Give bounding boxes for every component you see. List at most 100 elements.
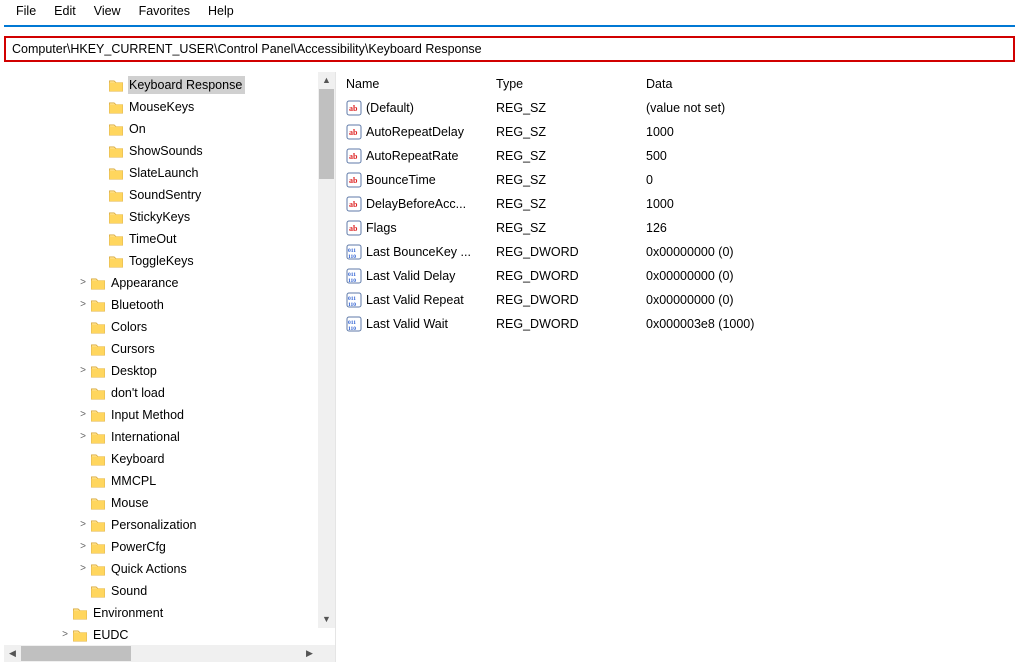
- tree-item[interactable]: >International: [4, 426, 335, 448]
- tree-item[interactable]: >Appearance: [4, 272, 335, 294]
- menu-edit[interactable]: Edit: [46, 2, 84, 20]
- tree-item-label: MouseKeys: [128, 98, 197, 116]
- tree-item[interactable]: MouseKeys: [4, 96, 335, 118]
- tree-item[interactable]: StickyKeys: [4, 206, 335, 228]
- tree-item[interactable]: Cursors: [4, 338, 335, 360]
- expand-chevron-icon[interactable]: >: [76, 520, 90, 530]
- folder-icon: [108, 254, 124, 269]
- folder-icon: [90, 562, 106, 577]
- folder-icon: [108, 166, 124, 181]
- tree-item[interactable]: MMCPL: [4, 470, 335, 492]
- list-item[interactable]: Last Valid RepeatREG_DWORD0x00000000 (0): [336, 288, 1015, 312]
- value-type: REG_SZ: [496, 125, 646, 139]
- scroll-up-arrow-icon[interactable]: ▲: [318, 72, 335, 89]
- tree-item[interactable]: >Desktop: [4, 360, 335, 382]
- scroll-corner: [318, 645, 335, 662]
- tree-item[interactable]: Keyboard: [4, 448, 335, 470]
- tree-item[interactable]: ToggleKeys: [4, 250, 335, 272]
- expand-chevron-icon[interactable]: >: [58, 630, 72, 640]
- expand-chevron-icon[interactable]: >: [76, 432, 90, 442]
- list-item[interactable]: AutoRepeatRateREG_SZ500: [336, 144, 1015, 168]
- scroll-thumb[interactable]: [319, 89, 334, 179]
- menu-help[interactable]: Help: [200, 2, 242, 20]
- tree-item[interactable]: Keyboard Response: [4, 74, 335, 96]
- column-name-header[interactable]: Name: [346, 77, 496, 91]
- tree-item[interactable]: SlateLaunch: [4, 162, 335, 184]
- tree-item[interactable]: Environment: [4, 602, 335, 624]
- binary-value-icon: [346, 244, 362, 260]
- folder-icon: [108, 100, 124, 115]
- string-value-icon: [346, 100, 362, 116]
- tree-item[interactable]: TimeOut: [4, 228, 335, 250]
- scroll-left-arrow-icon[interactable]: ◀: [4, 645, 21, 662]
- tree-item[interactable]: don't load: [4, 382, 335, 404]
- folder-icon: [90, 276, 106, 291]
- tree-item[interactable]: >EUDC: [4, 624, 335, 645]
- tree-item[interactable]: Sound: [4, 580, 335, 602]
- list-item[interactable]: Last Valid WaitREG_DWORD0x000003e8 (1000…: [336, 312, 1015, 336]
- tree-item[interactable]: >Quick Actions: [4, 558, 335, 580]
- value-data: 0: [646, 173, 1015, 187]
- column-type-header[interactable]: Type: [496, 77, 646, 91]
- folder-icon: [108, 78, 124, 93]
- value-name: Last Valid Delay: [366, 269, 455, 283]
- value-list-pane: Name Type Data (Default)REG_SZ(value not…: [336, 72, 1015, 662]
- tree-item[interactable]: SoundSentry: [4, 184, 335, 206]
- list-item[interactable]: BounceTimeREG_SZ0: [336, 168, 1015, 192]
- scroll-thumb-h[interactable]: [21, 646, 131, 661]
- tree-pane: Keyboard Response MouseKeys On ShowSounds Sl…: [4, 72, 336, 662]
- value-name: Last Valid Repeat: [366, 293, 464, 307]
- tree-item[interactable]: On: [4, 118, 335, 140]
- tree-item[interactable]: >Input Method: [4, 404, 335, 426]
- expand-chevron-icon[interactable]: >: [76, 564, 90, 574]
- value-list[interactable]: (Default)REG_SZ(value not set)AutoRepeat…: [336, 96, 1015, 336]
- folder-icon: [90, 474, 106, 489]
- folder-icon: [90, 342, 106, 357]
- menu-favorites[interactable]: Favorites: [131, 2, 198, 20]
- tree-item-label: On: [128, 120, 149, 138]
- tree-item[interactable]: ShowSounds: [4, 140, 335, 162]
- expand-chevron-icon[interactable]: >: [76, 542, 90, 552]
- expand-chevron-icon[interactable]: >: [76, 300, 90, 310]
- tree-item[interactable]: >PowerCfg: [4, 536, 335, 558]
- scroll-right-arrow-icon[interactable]: ▶: [301, 645, 318, 662]
- expand-chevron-icon[interactable]: >: [76, 366, 90, 376]
- tree-item[interactable]: >Personalization: [4, 514, 335, 536]
- address-bar[interactable]: Computer\HKEY_CURRENT_USER\Control Panel…: [4, 36, 1015, 62]
- tree-item-label: Sound: [110, 582, 150, 600]
- column-data-header[interactable]: Data: [646, 77, 1015, 91]
- list-item[interactable]: Last Valid DelayREG_DWORD0x00000000 (0): [336, 264, 1015, 288]
- folder-icon: [108, 210, 124, 225]
- list-item[interactable]: AutoRepeatDelayREG_SZ1000: [336, 120, 1015, 144]
- folder-icon: [90, 298, 106, 313]
- vertical-scrollbar[interactable]: ▲ ▼: [318, 72, 335, 628]
- value-name: AutoRepeatRate: [366, 149, 458, 163]
- horizontal-scrollbar[interactable]: ◀ ▶: [4, 645, 318, 662]
- list-item[interactable]: DelayBeforeAcc...REG_SZ1000: [336, 192, 1015, 216]
- scroll-down-arrow-icon[interactable]: ▼: [318, 611, 335, 628]
- tree-item[interactable]: Mouse: [4, 492, 335, 514]
- menu-file[interactable]: File: [8, 2, 44, 20]
- list-item[interactable]: FlagsREG_SZ126: [336, 216, 1015, 240]
- tree-item-label: don't load: [110, 384, 168, 402]
- value-data: 1000: [646, 125, 1015, 139]
- string-value-icon: [346, 172, 362, 188]
- list-item[interactable]: Last BounceKey ...REG_DWORD0x00000000 (0…: [336, 240, 1015, 264]
- list-item[interactable]: (Default)REG_SZ(value not set): [336, 96, 1015, 120]
- binary-value-icon: [346, 316, 362, 332]
- folder-icon: [108, 232, 124, 247]
- key-tree[interactable]: Keyboard Response MouseKeys On ShowSounds Sl…: [4, 72, 335, 645]
- folder-icon: [108, 144, 124, 159]
- value-type: REG_SZ: [496, 197, 646, 211]
- value-type: REG_DWORD: [496, 269, 646, 283]
- string-value-icon: [346, 148, 362, 164]
- tree-item-label: StickyKeys: [128, 208, 193, 226]
- tree-item[interactable]: Colors: [4, 316, 335, 338]
- list-header[interactable]: Name Type Data: [336, 72, 1015, 96]
- expand-chevron-icon[interactable]: >: [76, 410, 90, 420]
- tree-item-label: SlateLaunch: [128, 164, 202, 182]
- folder-icon: [90, 496, 106, 511]
- menu-view[interactable]: View: [86, 2, 129, 20]
- expand-chevron-icon[interactable]: >: [76, 278, 90, 288]
- tree-item[interactable]: >Bluetooth: [4, 294, 335, 316]
